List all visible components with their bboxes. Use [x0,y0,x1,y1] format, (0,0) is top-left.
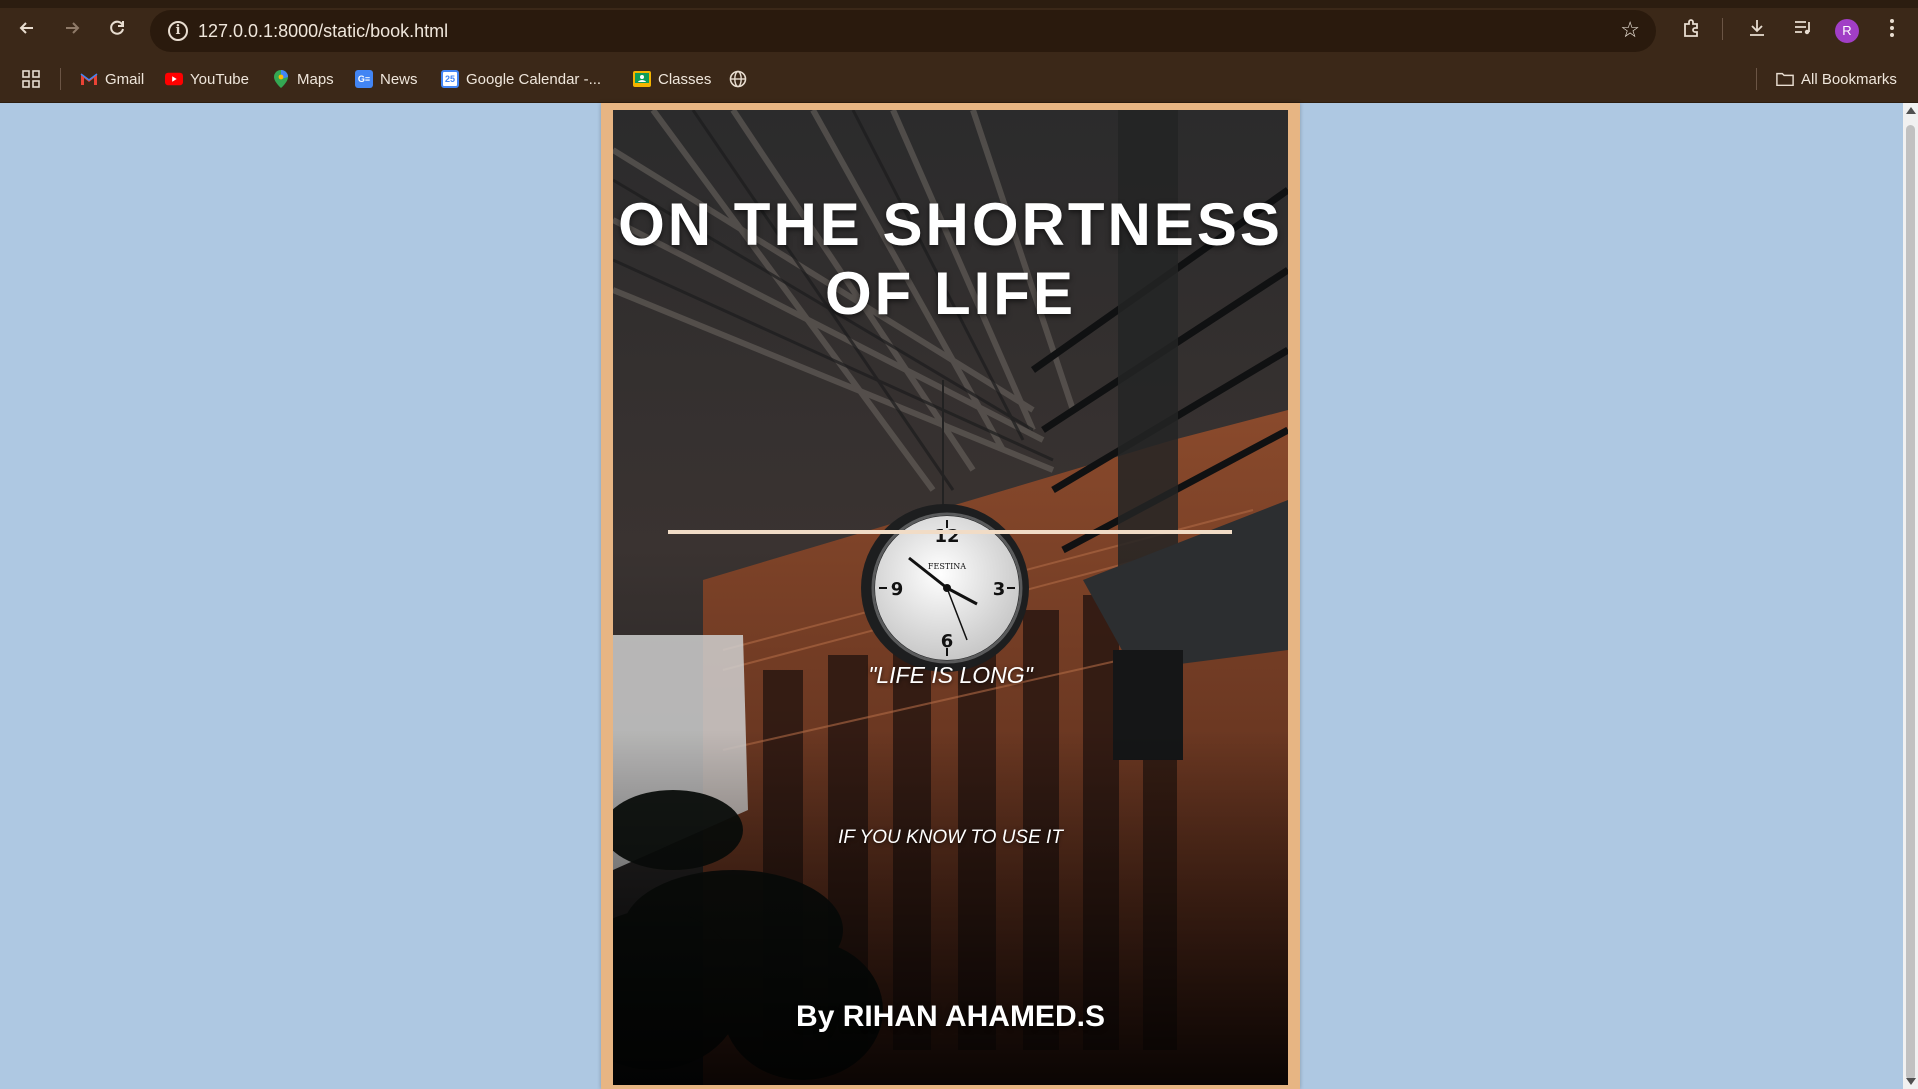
bookmark-label: Google Calendar -... [466,70,602,88]
bookmarks-divider [60,68,61,90]
maps-icon [272,70,290,88]
scrollbar-thumb[interactable] [1906,125,1915,1080]
bookmark-star-icon[interactable]: ☆ [1620,17,1640,43]
scroll-down-arrow-icon[interactable] [1906,1078,1916,1085]
bookmark-classes[interactable]: Classes [633,68,711,90]
back-arrow-icon [19,22,33,34]
bookmark-label: News [380,70,418,88]
classes-icon [633,70,651,88]
bookmarks-bar: Gmail YouTube Maps G≡ News 25 Google Cal… [0,56,1918,103]
gmail-icon [80,70,98,88]
book-cover-frame: 12 3 6 9 FESTINA ON THE SHORTNESS OF LIF… [601,103,1300,1089]
forward-arrow-icon [66,22,80,34]
bookmark-gmail[interactable]: Gmail [80,68,144,90]
site-info-icon[interactable]: i [168,21,188,41]
forward-button[interactable] [58,14,86,42]
clock-brand-text: FESTINA [928,562,966,571]
calendar-icon: 25 [441,70,459,88]
profile-avatar[interactable]: R [1835,19,1859,43]
clock-numeral-6: 6 [941,631,954,652]
reload-icon [110,20,124,35]
book-subtitle: "LIFE IS LONG" [868,662,1033,688]
book-author: By RIHAN AHAMED.S [796,1000,1105,1033]
book-tagline: IF YOU KNOW TO USE IT [838,827,1063,848]
globe-bookmark-icon[interactable] [729,68,747,90]
title-divider-line [668,530,1232,534]
url-text[interactable]: 127.0.0.1:8000/static/book.html [198,21,448,42]
media-controls-icon[interactable] [1789,14,1817,42]
back-button[interactable] [13,14,41,42]
book-cover: 12 3 6 9 FESTINA ON THE SHORTNESS OF LIF… [613,110,1288,1085]
toolbar-divider [1722,18,1723,40]
tab-strip [0,0,1918,8]
folder-icon [1776,70,1794,88]
reload-button[interactable] [103,14,131,42]
scroll-up-arrow-icon[interactable] [1906,107,1916,114]
bookmark-news[interactable]: G≡ News [355,68,418,90]
apps-grid-icon[interactable] [22,68,40,90]
bookmark-label: YouTube [190,70,249,88]
extensions-icon[interactable] [1678,14,1706,42]
bookmark-label: Gmail [105,70,145,88]
clock-numeral-3: 3 [993,579,1006,600]
bookmark-maps[interactable]: Maps [272,68,334,90]
all-bookmarks-label: All Bookmarks [1801,70,1897,88]
book-title: ON THE SHORTNESS OF LIFE [618,191,1283,327]
bookmark-label: Classes [658,70,712,88]
bookmarks-divider [1756,68,1757,90]
bookmark-google-calendar[interactable]: 25 Google Calendar -... [441,68,601,90]
youtube-icon [165,70,183,88]
clock-numeral-9: 9 [891,579,904,600]
address-bar[interactable]: i 127.0.0.1:8000/static/book.html ☆ [150,10,1656,52]
download-icon[interactable] [1743,14,1771,42]
bookmark-youtube[interactable]: YouTube [165,68,249,90]
all-bookmarks-button[interactable]: All Bookmarks [1776,68,1897,90]
page-scrollbar[interactable] [1903,103,1918,1089]
bookmark-label: Maps [297,70,334,88]
menu-kebab-icon[interactable] [1878,14,1906,42]
browser-toolbar: i 127.0.0.1:8000/static/book.html ☆ R [0,0,1918,56]
news-icon: G≡ [355,70,373,88]
